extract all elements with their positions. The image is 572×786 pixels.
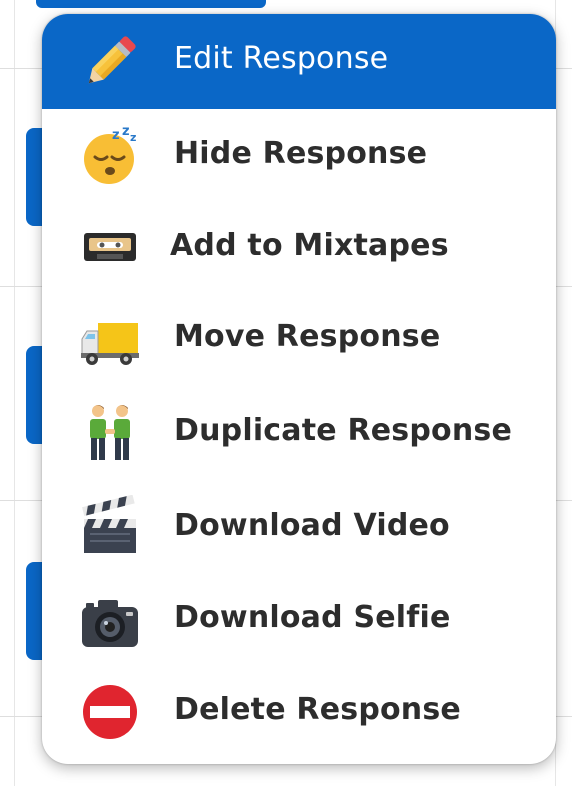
- cassette-tape-icon: [78, 215, 142, 279]
- download-video-menu-item[interactable]: Download Video: [42, 481, 556, 573]
- menu-item-label: Hide Response: [174, 136, 428, 171]
- clapper-board-icon: [78, 495, 142, 559]
- edit-response-menu-item[interactable]: Edit Response: [42, 14, 556, 109]
- no-entry-icon: [78, 680, 142, 744]
- move-response-menu-item[interactable]: Move Response: [42, 293, 556, 385]
- svg-text:z: z: [122, 124, 130, 139]
- background-top-tab: [36, 0, 266, 8]
- pencil-icon: [78, 30, 142, 94]
- response-context-menu: Edit Response z z z Hide Response Add to…: [42, 14, 556, 764]
- background-left-border: [14, 0, 15, 786]
- add-to-mixtapes-menu-item[interactable]: Add to Mixtapes: [42, 201, 556, 293]
- menu-item-label: Delete Response: [174, 692, 461, 727]
- camera-icon: [78, 591, 142, 655]
- two-men-holding-hands-icon: [78, 401, 142, 465]
- menu-item-label: Download Video: [174, 508, 450, 543]
- menu-item-label: Move Response: [174, 319, 441, 354]
- menu-item-label: Edit Response: [174, 41, 389, 76]
- delete-response-menu-item[interactable]: Delete Response: [42, 665, 556, 764]
- download-selfie-menu-item[interactable]: Download Selfie: [42, 573, 556, 665]
- duplicate-response-menu-item[interactable]: Duplicate Response: [42, 385, 556, 481]
- menu-item-label: Add to Mixtapes: [170, 228, 449, 263]
- menu-item-label: Download Selfie: [174, 600, 451, 635]
- svg-text:z: z: [130, 131, 136, 144]
- hide-response-menu-item[interactable]: z z z Hide Response: [42, 109, 556, 201]
- delivery-truck-icon: [78, 309, 142, 373]
- sleeping-face-icon: z z z: [78, 123, 142, 187]
- svg-text:z: z: [112, 128, 120, 143]
- menu-item-label: Duplicate Response: [174, 413, 513, 448]
